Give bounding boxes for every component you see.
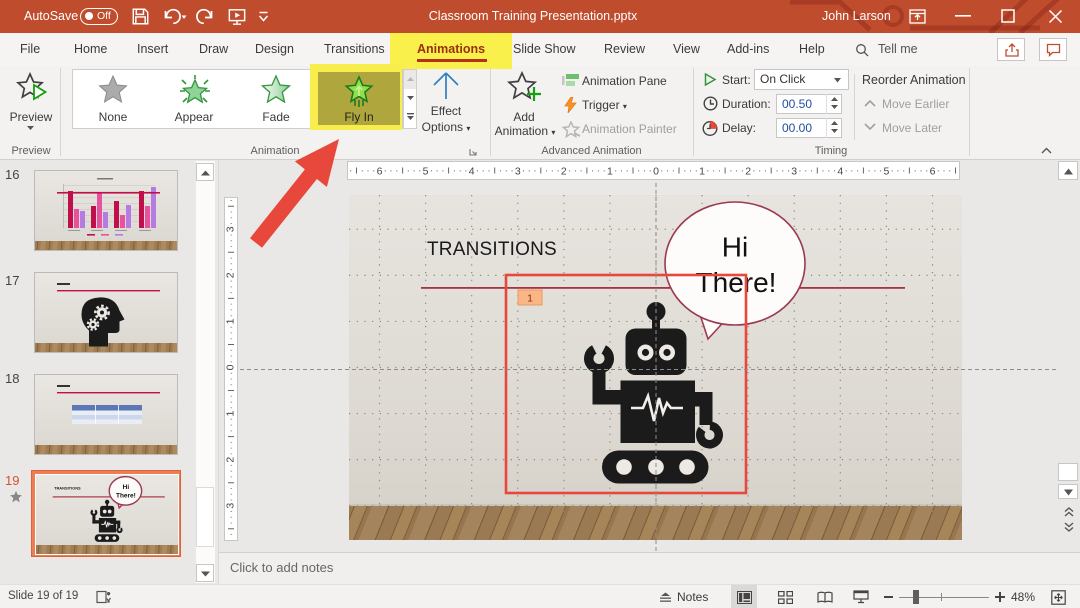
svg-text:There!: There! xyxy=(116,492,136,499)
svg-text:TRANSITIONS: TRANSITIONS xyxy=(54,485,81,490)
svg-text:Hi: Hi xyxy=(123,484,130,491)
